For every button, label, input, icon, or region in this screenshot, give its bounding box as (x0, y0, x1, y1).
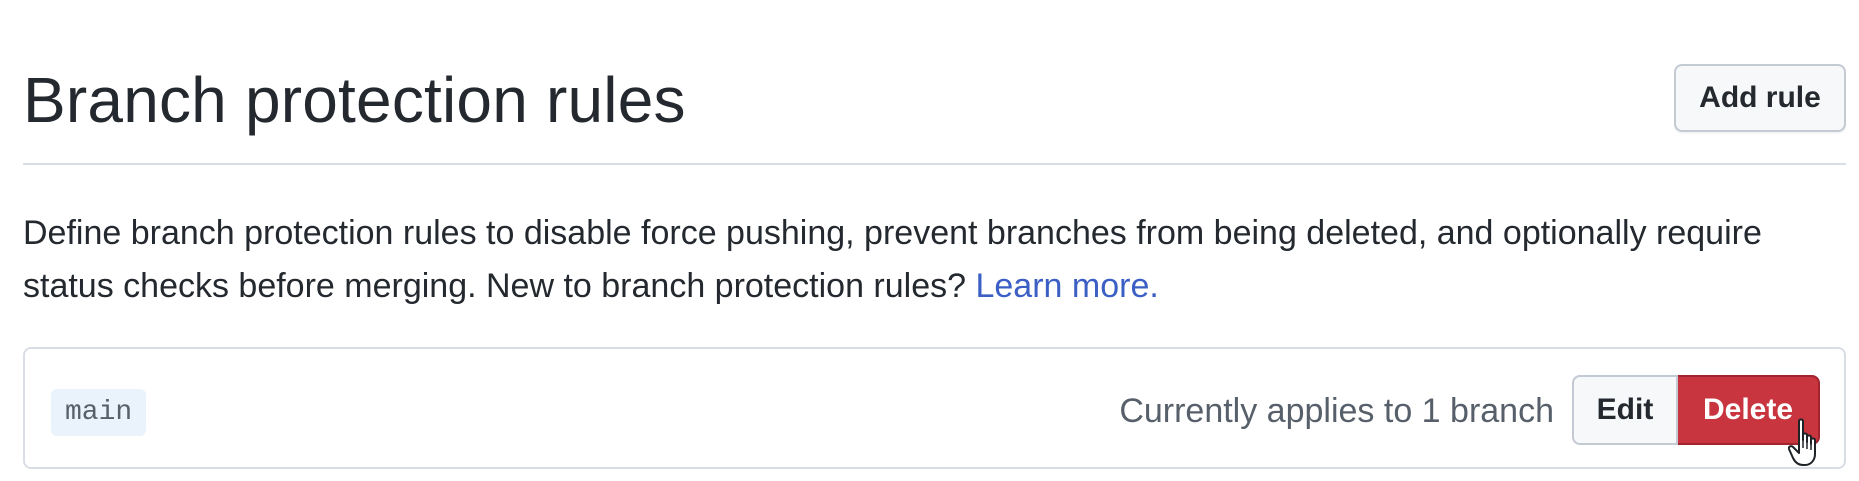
page-header: Branch protection rules Add rule (23, 44, 1846, 165)
edit-button[interactable]: Edit (1572, 375, 1678, 445)
page-description: Define branch protection rules to disabl… (23, 207, 1843, 313)
rule-action-group: Edit Delete (1572, 375, 1820, 445)
applies-count-text: Currently applies to 1 branch (1119, 392, 1554, 430)
hand-pointer-cursor-icon (1788, 418, 1816, 466)
learn-more-link[interactable]: Learn more. (975, 267, 1158, 305)
description-text: Define branch protection rules to disabl… (23, 214, 1762, 305)
add-rule-button[interactable]: Add rule (1674, 64, 1846, 132)
page-title: Branch protection rules (23, 64, 686, 136)
branch-name-code: main (51, 389, 147, 436)
rule-row: main Currently applies to 1 branch Edit … (23, 347, 1846, 469)
branch-protection-page: Branch protection rules Add rule Define … (0, 0, 1859, 481)
